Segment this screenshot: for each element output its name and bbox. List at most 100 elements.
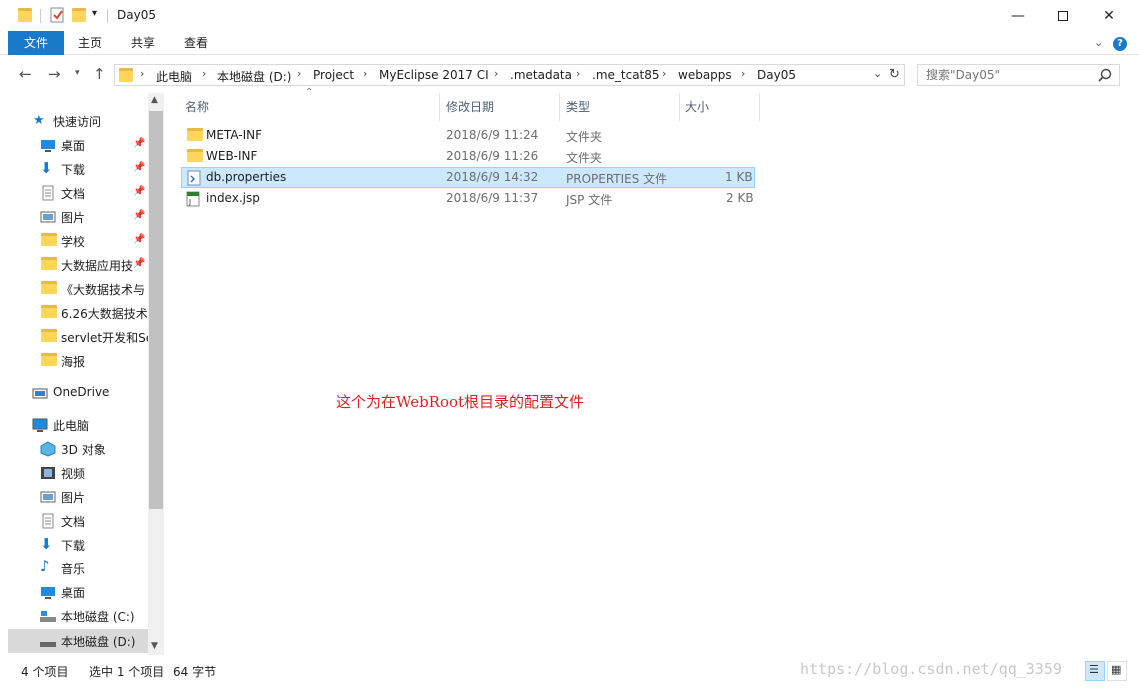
- folder-icon: [119, 68, 133, 85]
- refresh-icon[interactable]: ↻: [889, 67, 900, 82]
- up-icon[interactable]: ↑: [93, 65, 106, 83]
- column-divider[interactable]: [679, 93, 680, 121]
- sidebar-item-downloads[interactable]: ⬇ 下载 📌: [8, 157, 148, 181]
- column-divider[interactable]: [759, 93, 760, 121]
- forward-icon[interactable]: →: [48, 65, 61, 83]
- minimize-button[interactable]: —: [995, 0, 1041, 31]
- chevron-right-icon[interactable]: ›: [140, 67, 144, 80]
- chevron-right-icon[interactable]: ›: [741, 67, 745, 80]
- search-box[interactable]: [917, 64, 1120, 86]
- breadcrumb-day05[interactable]: Day05: [757, 68, 796, 82]
- sidebar-item-drive-d[interactable]: 本地磁盘 (D:): [8, 629, 148, 653]
- sidebar-item-documents-pc[interactable]: 文档: [8, 509, 148, 533]
- recent-locations-icon[interactable]: ▾: [75, 68, 80, 78]
- column-header-name[interactable]: 名称: [185, 98, 209, 115]
- file-row-web-inf[interactable]: WEB-INF 2018/6/9 11:26 文件夹: [181, 146, 755, 167]
- tab-file[interactable]: 文件: [8, 31, 64, 55]
- tab-view[interactable]: 查看: [176, 31, 216, 55]
- maximize-button[interactable]: [1040, 0, 1086, 31]
- chevron-right-icon[interactable]: ›: [363, 67, 367, 80]
- folder-icon[interactable]: [18, 6, 32, 26]
- sidebar-item-label: 音乐: [61, 562, 86, 576]
- folder-icon: [41, 353, 57, 369]
- sidebar-item-desktop[interactable]: 桌面 📌: [8, 133, 148, 157]
- star-icon: ★: [33, 113, 45, 128]
- sidebar-scrollbar-thumb[interactable]: [149, 111, 163, 509]
- chevron-right-icon[interactable]: ›: [662, 67, 666, 80]
- sidebar-item-3d-objects[interactable]: 3D 对象: [8, 437, 148, 461]
- chevron-right-icon[interactable]: ›: [297, 67, 301, 80]
- chevron-right-icon[interactable]: ›: [494, 67, 498, 80]
- breadcrumb-metadata[interactable]: .metadata: [510, 68, 572, 82]
- expand-ribbon-icon[interactable]: ⌄: [1094, 36, 1103, 49]
- search-icon[interactable]: [1098, 68, 1112, 85]
- properties-icon[interactable]: [49, 6, 65, 26]
- sidebar-item-bigdata-tech[interactable]: 《大数据技术与: [8, 277, 148, 301]
- back-icon[interactable]: ←: [19, 65, 32, 83]
- file-size: 2 KB: [726, 191, 754, 205]
- sidebar-item-label: 大数据应用技: [61, 259, 133, 273]
- folder-icon: [41, 281, 57, 297]
- sidebar-item-documents[interactable]: 文档 📌: [8, 181, 148, 205]
- sidebar-item-onedrive[interactable]: OneDrive: [8, 381, 148, 405]
- sidebar-item-label: 图片: [61, 491, 86, 505]
- column-header-type[interactable]: 类型: [566, 98, 590, 115]
- address-bar[interactable]: › 此电脑 › 本地磁盘 (D:) › Project › MyEclipse …: [114, 64, 905, 86]
- column-divider[interactable]: [559, 93, 560, 121]
- sidebar-item-servlet[interactable]: servlet开发和Se: [8, 325, 148, 349]
- large-icons-view-button[interactable]: ▦: [1107, 661, 1127, 681]
- breadcrumb-webapps[interactable]: webapps: [678, 68, 732, 82]
- desktop-icon: [40, 584, 56, 600]
- tab-share[interactable]: 共享: [123, 31, 163, 55]
- close-button[interactable]: ✕: [1086, 0, 1132, 31]
- new-folder-icon[interactable]: [72, 6, 86, 26]
- chevron-right-icon[interactable]: ›: [202, 67, 206, 80]
- breadcrumb-this-pc[interactable]: 此电脑: [156, 68, 192, 85]
- sidebar-item-pictures[interactable]: 图片 📌: [8, 205, 148, 229]
- file-list: ⌃ 名称 修改日期 类型 大小 META-INF 2018/6/9 11:24 …: [168, 87, 1133, 655]
- sidebar-item-desktop-pc[interactable]: 桌面: [8, 580, 148, 604]
- desktop-icon: [40, 137, 56, 153]
- window-title: Day05: [117, 8, 156, 22]
- folder-icon: [187, 149, 203, 165]
- sidebar-item-quick-access[interactable]: ★ 快速访问: [8, 109, 148, 133]
- video-icon: [40, 465, 56, 481]
- sidebar-item-poster[interactable]: 海报: [8, 349, 148, 373]
- file-row-meta-inf[interactable]: META-INF 2018/6/9 11:24 文件夹: [181, 125, 755, 146]
- sidebar-item-626-bigdata[interactable]: 6.26大数据技术: [8, 301, 148, 325]
- sidebar-item-pictures-pc[interactable]: 图片: [8, 485, 148, 509]
- breadcrumb-me-tcat85[interactable]: .me_tcat85: [592, 68, 660, 82]
- address-dropdown-icon[interactable]: ⌄: [873, 67, 882, 80]
- details-view-button[interactable]: ☰: [1085, 661, 1105, 681]
- scroll-up-icon[interactable]: ▲: [151, 95, 158, 105]
- sidebar-item-label: 学校: [61, 235, 86, 249]
- help-icon[interactable]: ?: [1113, 37, 1127, 51]
- file-modified: 2018/6/9 11:24: [446, 128, 539, 142]
- sidebar-item-drive-c[interactable]: 本地磁盘 (C:): [8, 604, 148, 628]
- breadcrumb-drive-d[interactable]: 本地磁盘 (D:): [217, 68, 291, 85]
- sidebar-item-videos[interactable]: 视频: [8, 461, 148, 485]
- breadcrumb-myeclipse[interactable]: MyEclipse 2017 CI: [379, 68, 489, 82]
- sidebar-item-downloads-pc[interactable]: ⬇ 下载: [8, 533, 148, 557]
- file-type: 文件夹: [566, 130, 603, 144]
- search-input[interactable]: [918, 65, 1088, 85]
- sidebar-item-label: 视频: [61, 467, 86, 481]
- sidebar-item-this-pc[interactable]: 此电脑: [8, 413, 148, 437]
- sidebar-item-bigdata-app[interactable]: 大数据应用技 📌: [8, 253, 148, 277]
- folder-icon: [187, 128, 203, 144]
- file-row-index-jsp[interactable]: J index.jsp 2018/6/9 11:37 JSP 文件 2 KB: [181, 188, 755, 209]
- document-icon: [40, 185, 56, 201]
- customize-quick-access-icon[interactable]: ▾: [92, 8, 97, 28]
- column-header-size[interactable]: 大小: [685, 98, 709, 115]
- folder-icon: [41, 233, 57, 249]
- tab-home[interactable]: 主页: [70, 31, 110, 55]
- sidebar-item-music[interactable]: ♪ 音乐: [8, 556, 148, 580]
- pin-icon: 📌: [133, 162, 146, 173]
- sidebar-item-school[interactable]: 学校 📌: [8, 229, 148, 253]
- breadcrumb-project[interactable]: Project: [313, 68, 354, 82]
- column-divider[interactable]: [439, 93, 440, 121]
- column-header-modified[interactable]: 修改日期: [446, 98, 494, 115]
- scroll-down-icon[interactable]: ▼: [151, 641, 158, 651]
- file-row-db-properties[interactable]: db.properties 2018/6/9 14:32 PROPERTIES …: [181, 167, 755, 188]
- chevron-right-icon[interactable]: ›: [576, 67, 580, 80]
